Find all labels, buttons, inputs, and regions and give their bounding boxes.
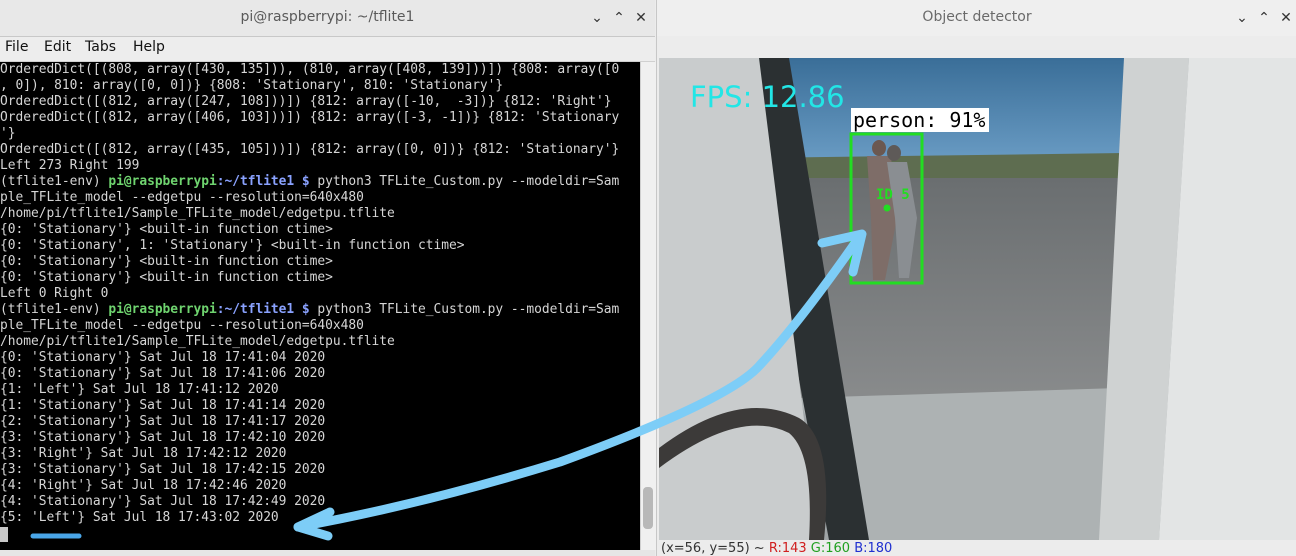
- window-title: Object detector: [922, 9, 1032, 25]
- terminal-line: {2: 'Stationary'} Sat Jul 18 17:41:17 20…: [0, 414, 326, 429]
- scrollbar-thumb[interactable]: [643, 487, 653, 529]
- terminal-line: {0: 'Stationary'} <built-in function cti…: [0, 222, 333, 237]
- centroid-dot: [883, 204, 891, 212]
- terminal-line: (tflite1-env) pi@raspberrypi:~/tflite1 $…: [0, 302, 619, 318]
- detector-window: Object detector ⌄ ⌃ ✕ person: 91% ID 5 F…: [656, 0, 1296, 556]
- close-button[interactable]: ✕: [1277, 9, 1295, 27]
- menu-file[interactable]: File: [5, 39, 28, 55]
- person2-head: [887, 145, 901, 161]
- camera-frame-svg: person: 91% ID 5 FPS: 12.86: [659, 58, 1296, 540]
- status-red: R:143: [768, 541, 807, 556]
- menu-tabs[interactable]: Tabs: [85, 39, 116, 55]
- terminal-line: OrderedDict([(808, array([430, 135])), (…: [0, 62, 620, 77]
- terminal-line: {1: 'Left'} Sat Jul 18 17:41:12 2020: [0, 382, 279, 397]
- track-id-label: ID 5: [876, 187, 910, 203]
- terminal-line: {0: 'Stationary'} <built-in function cti…: [0, 270, 333, 285]
- terminal-line: {0: 'Stationary'} Sat Jul 18 17:41:06 20…: [0, 366, 326, 381]
- terminal-line: {0: 'Stationary'} Sat Jul 18 17:41:04 20…: [0, 350, 326, 365]
- terminal-line: {4: 'Right'} Sat Jul 18 17:42:46 2020: [0, 478, 287, 493]
- detector-titlebar[interactable]: Object detector ⌄ ⌃ ✕: [657, 0, 1296, 36]
- maximize-button[interactable]: ⌃: [1255, 9, 1273, 27]
- prompt-user: pi@raspberrypi: [108, 174, 217, 189]
- prompt-env: (tflite1-env): [0, 302, 109, 317]
- terminal-line: OrderedDict([(812, array([435, 105]))]) …: [0, 142, 620, 157]
- status-blue: B:180: [854, 541, 893, 556]
- terminal-line: {0: 'Stationary', 1: 'Stationary'} <buil…: [0, 238, 465, 253]
- terminal-titlebar[interactable]: pi@raspberrypi: ~/tflite1 ⌄ ⌃ ✕: [0, 0, 655, 37]
- terminal-bottom-edge: [0, 550, 655, 556]
- command-text: python3 TFLite_Custom.py --modeldir=Sam: [309, 302, 620, 317]
- terminal-line: {1: 'Stationary'} Sat Jul 18 17:41:14 20…: [0, 398, 326, 413]
- prompt-path: :~/tflite1 $: [216, 174, 310, 189]
- terminal-line: {3: 'Stationary'} Sat Jul 18 17:42:15 20…: [0, 462, 326, 477]
- terminal-line: (tflite1-env) pi@raspberrypi:~/tflite1 $…: [0, 174, 619, 190]
- fps-label: FPS: 12.86: [690, 80, 845, 114]
- terminal-line: {4: 'Stationary'} Sat Jul 18 17:42:49 20…: [0, 494, 326, 509]
- terminal-line: {3: 'Stationary'} Sat Jul 18 17:42:10 20…: [0, 430, 326, 445]
- terminal-line: OrderedDict([(812, array([406, 103]))]) …: [0, 110, 620, 125]
- scrollbar[interactable]: [640, 62, 656, 550]
- terminal-line: ple_TFLite_model --edgetpu --resolution=…: [0, 190, 364, 205]
- person-head: [872, 140, 886, 156]
- menu-help[interactable]: Help: [133, 39, 165, 55]
- terminal-line: {0: 'Stationary'} <built-in function cti…: [0, 254, 333, 269]
- terminal-window: pi@raspberrypi: ~/tflite1 ⌄ ⌃ ✕ File Edi…: [0, 0, 656, 556]
- prompt-env: (tflite1-env): [0, 174, 109, 189]
- status-green: G:160: [810, 541, 851, 556]
- terminal-line: Left 0 Right 0: [0, 286, 109, 301]
- camera-feed[interactable]: person: 91% ID 5 FPS: 12.86: [659, 58, 1296, 540]
- prompt-user: pi@raspberrypi: [108, 302, 217, 317]
- terminal-line: '}: [0, 126, 16, 141]
- minimize-button[interactable]: ⌄: [1233, 9, 1251, 27]
- status-coords: (x=56, y=55) ~: [661, 541, 769, 556]
- terminal-line: ple_TFLite_model --edgetpu --resolution=…: [0, 318, 364, 333]
- terminal-line: {5: 'Left'} Sat Jul 18 17:43:02 2020: [0, 510, 279, 525]
- status-bar: (x=56, y=55) ~ R:143 G:160 B:180: [661, 541, 892, 556]
- terminal-line: {3: 'Right'} Sat Jul 18 17:42:12 2020: [0, 446, 287, 461]
- close-button[interactable]: ✕: [632, 9, 650, 27]
- terminal-line: , 0]), 810: array([0, 0])} {808: 'Statio…: [0, 78, 504, 93]
- terminal-output[interactable]: OrderedDict([(808, array([430, 135])), (…: [0, 62, 640, 550]
- window-title: pi@raspberrypi: ~/tflite1: [240, 9, 415, 25]
- terminal-line: /home/pi/tflite1/Sample_TFLite_model/edg…: [0, 334, 395, 349]
- menu-edit[interactable]: Edit: [44, 39, 71, 55]
- terminal-line: OrderedDict([(812, array([247, 108]))]) …: [0, 94, 612, 109]
- prompt-path: :~/tflite1 $: [216, 302, 310, 317]
- maximize-button[interactable]: ⌃: [610, 9, 628, 27]
- detection-label: person: 91%: [853, 108, 985, 132]
- text-cursor: [0, 527, 8, 542]
- command-text: python3 TFLite_Custom.py --modeldir=Sam: [309, 174, 620, 189]
- terminal-line: /home/pi/tflite1/Sample_TFLite_model/edg…: [0, 206, 395, 221]
- menubar: File Edit Tabs Help: [0, 37, 655, 62]
- minimize-button[interactable]: ⌄: [588, 9, 606, 27]
- terminal-line: Left 273 Right 199: [0, 158, 140, 173]
